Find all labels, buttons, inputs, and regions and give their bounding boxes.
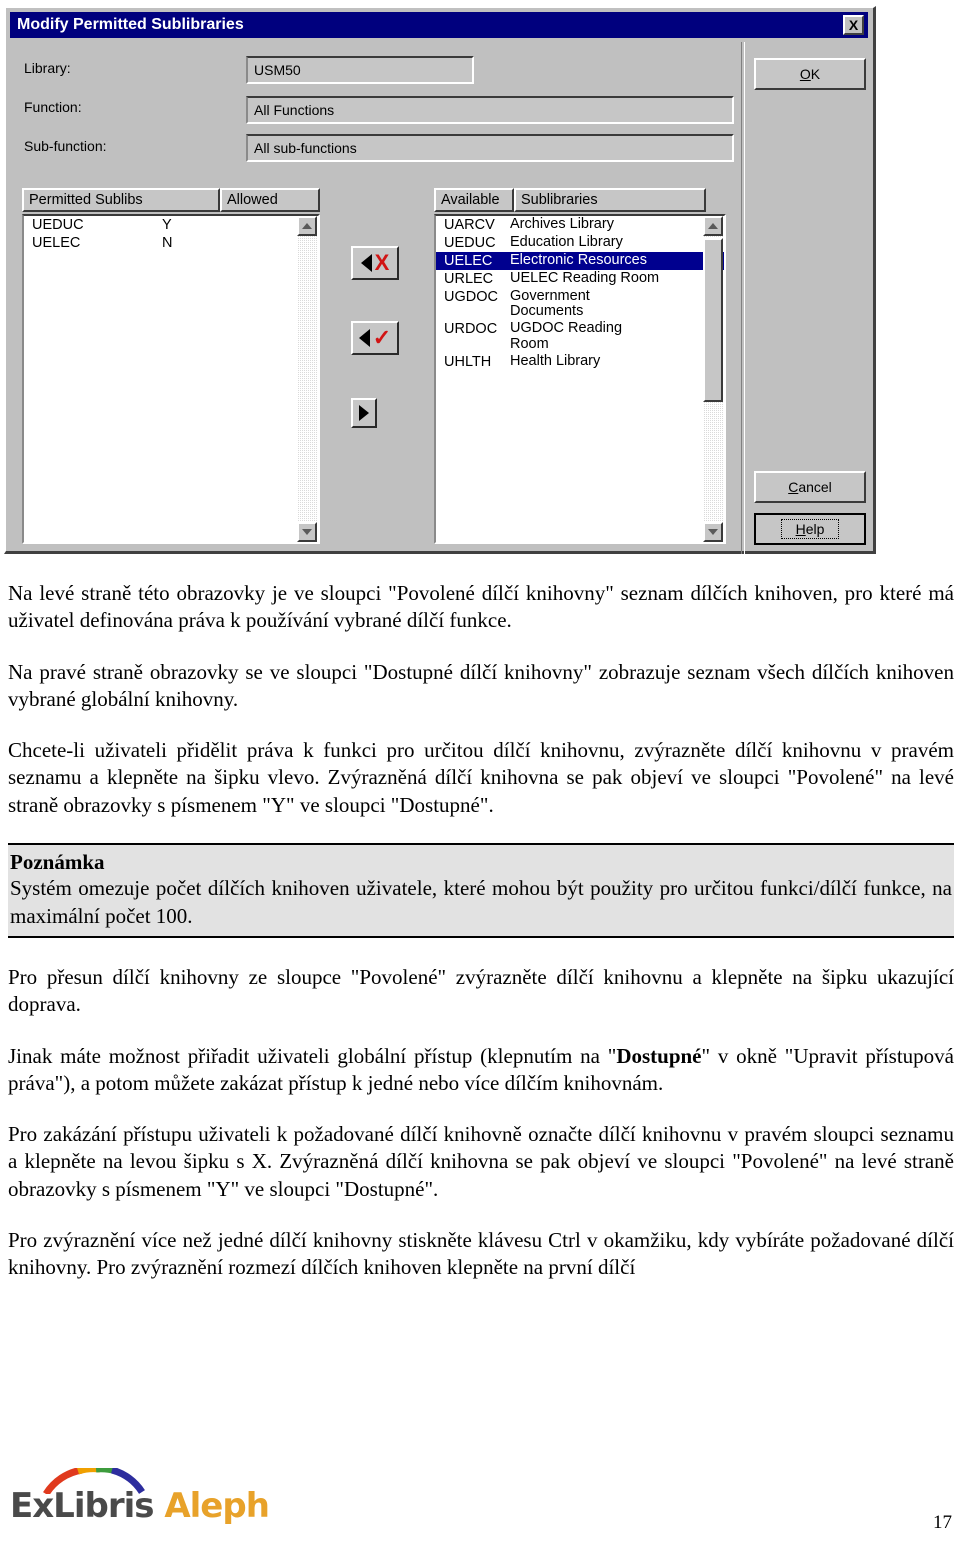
sublibrary-name: Education Library	[510, 234, 623, 250]
sublibrary-code: UHLTH	[444, 353, 492, 370]
exlibris-aleph-logo: ExLibris Aleph	[10, 1468, 270, 1530]
red-check-icon: ✓	[372, 325, 392, 350]
header-allowed[interactable]: Allowed	[220, 188, 320, 212]
left-list-scrollbar[interactable]	[297, 216, 317, 542]
cancel-rest: ancel	[798, 479, 832, 495]
paragraph-2: Na pravé straně obrazovky se ve sloupci …	[8, 659, 954, 711]
permitted-sublibs-list[interactable]: UEDUC Y UELEC N	[22, 214, 320, 544]
row-code: UELEC	[32, 235, 81, 251]
arrow-left-icon	[358, 329, 370, 347]
row-allowed: Y	[162, 217, 172, 233]
paragraph-7: Pro zvýraznění více než jedné dílčí knih…	[8, 1228, 954, 1280]
function-field[interactable]: All Functions	[246, 96, 734, 124]
library-label: Library:	[24, 60, 71, 76]
table-row[interactable]: UEDUC Y	[24, 216, 318, 234]
move-right-button[interactable]	[351, 398, 377, 428]
allow-left-button[interactable]: ✓	[351, 321, 399, 355]
scroll-up-icon[interactable]	[703, 216, 723, 236]
table-row[interactable]: UELEC N	[24, 234, 318, 252]
library-field[interactable]: USM50	[246, 56, 474, 84]
sublibrary-name: UELEC Reading Room	[510, 270, 660, 286]
sublibrary-name: Electronic Resources	[510, 252, 647, 268]
deny-left-button[interactable]: X	[351, 246, 399, 280]
dialog-title: Modify Permitted Sublibraries	[17, 16, 244, 33]
note-title: Poznámka	[10, 850, 105, 875]
scroll-down-icon[interactable]	[703, 522, 723, 542]
para5-before: Jinak máte možnost přiřadit uživateli gl…	[8, 1043, 617, 1068]
document-body: Na levé straně této obrazovky je ve slou…	[8, 580, 954, 1306]
sub-function-label: Sub-function:	[24, 138, 107, 154]
sublibrary-name: Archives Library	[510, 216, 614, 232]
dialog-titlebar: Modify Permitted Sublibraries X	[10, 12, 868, 38]
sublibrary-code: UELEC	[444, 253, 493, 269]
sublibrary-name: Government Documents	[510, 288, 590, 320]
sublibrary-code: UEDUC	[444, 235, 496, 251]
red-x-icon: X	[374, 250, 390, 275]
paragraph-1: Na levé straně této obrazovky je ve slou…	[8, 581, 954, 633]
list-item[interactable]: UGDOC Government Documents	[436, 288, 724, 320]
ok-rest: K	[810, 66, 821, 82]
paragraph-5: Jinak máte možnost přiřadit uživateli gl…	[8, 1043, 954, 1098]
list-item[interactable]: UARCV Archives Library	[436, 216, 724, 234]
list-item[interactable]: UEDUC Education Library	[436, 234, 724, 252]
sublibrary-name: UGDOC Reading Room	[510, 320, 623, 352]
arrow-right-icon	[359, 405, 369, 421]
scroll-track[interactable]	[297, 236, 317, 522]
cancel-accel: C	[788, 479, 799, 495]
paragraph-6: Pro zakázání přístupu uživateli k požado…	[8, 1122, 954, 1201]
screenshot-dialog: Modify Permitted Sublibraries X Library:…	[4, 6, 876, 554]
sub-function-field[interactable]: All sub-functions	[246, 134, 734, 162]
close-icon[interactable]: X	[843, 15, 864, 35]
header-permitted-sublibs[interactable]: Permitted Sublibs	[22, 188, 220, 212]
function-label: Function:	[24, 99, 82, 115]
row-allowed: N	[162, 235, 173, 251]
logo-exlibris: ExLibris	[10, 1486, 154, 1526]
para5-bold: Dostupné	[616, 1043, 702, 1068]
help-accel: H	[795, 521, 806, 537]
sublibrary-code: URLEC	[444, 271, 494, 287]
paragraph-4: Pro přesun dílčí knihovny ze sloupce "Po…	[8, 964, 954, 1017]
sublibrary-name: Health Library	[510, 352, 601, 369]
list-item[interactable]: URDOC UGDOC Reading Room	[436, 320, 724, 352]
ok-button[interactable]: OK	[754, 58, 866, 90]
page-number: 17	[933, 1512, 952, 1533]
paragraph-3: Chcete-li uživateli přidělit práva k fun…	[8, 738, 954, 817]
note-body: Systém omezuje počet dílčích knihoven už…	[10, 876, 952, 928]
sublibrary-code: URDOC	[444, 321, 498, 338]
scroll-up-icon[interactable]	[297, 216, 317, 236]
scroll-down-icon[interactable]	[297, 522, 317, 542]
sublibrary-code: UGDOC	[444, 289, 498, 305]
header-sublibraries[interactable]: Sublibraries	[514, 188, 706, 212]
sublibrary-code: UARCV	[444, 217, 495, 233]
cancel-button[interactable]: Cancel	[754, 471, 866, 503]
row-code: UEDUC	[32, 217, 84, 233]
right-list-scrollbar[interactable]	[703, 216, 723, 542]
header-available[interactable]: Available	[434, 188, 514, 212]
help-rest: elp	[805, 521, 825, 537]
ok-accel: O	[799, 66, 811, 82]
list-item[interactable]: UHLTH Health Library	[436, 353, 724, 371]
arrow-left-icon	[360, 254, 372, 272]
note-box: Poznámka Systém omezuje počet dílčích kn…	[8, 843, 954, 938]
logo-wordmark: ExLibris Aleph	[10, 1486, 270, 1526]
logo-aleph: Aleph	[164, 1486, 270, 1526]
help-button[interactable]: Help	[754, 513, 866, 545]
list-item[interactable]: URLEC UELEC Reading Room	[436, 270, 724, 288]
list-item[interactable]: UELEC Electronic Resources	[436, 252, 724, 270]
scroll-thumb[interactable]	[703, 238, 723, 402]
available-sublibraries-list[interactable]: UARCV Archives Library UEDUC Education Libr…	[434, 214, 726, 544]
panel-divider	[741, 42, 745, 554]
